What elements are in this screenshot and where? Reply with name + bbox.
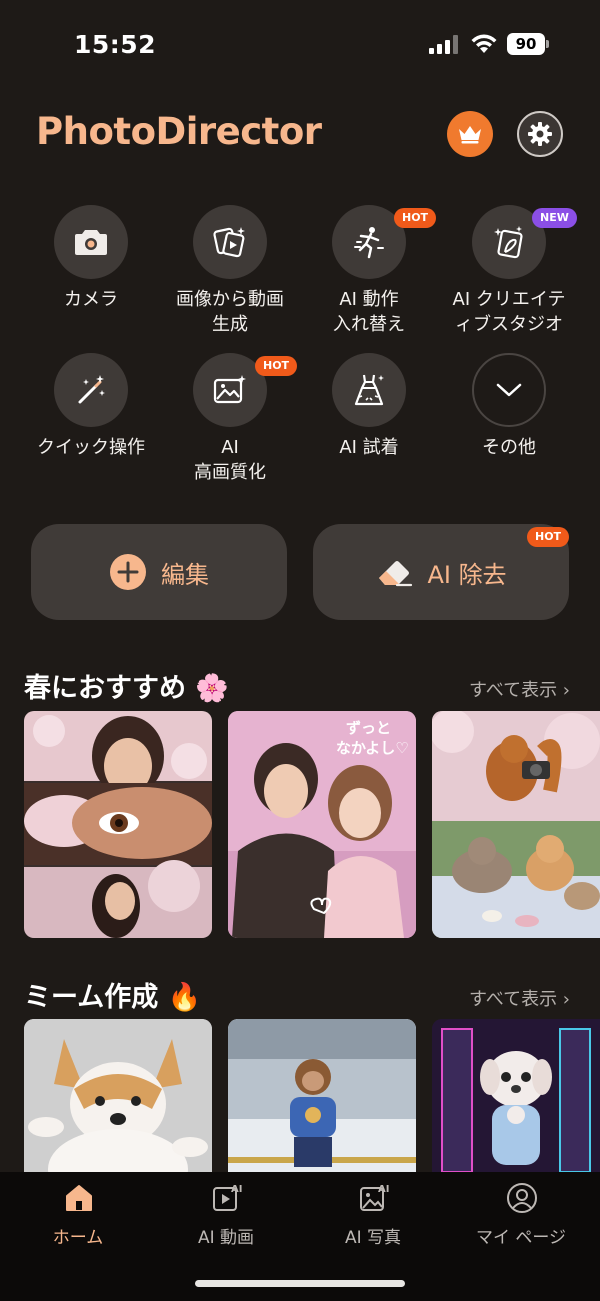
nav-ai-photo-label: AI 写真 xyxy=(344,1228,402,1248)
nav-ai-video[interactable]: AI AI 動画 xyxy=(151,1172,301,1262)
tool-image-to-video-button[interactable] xyxy=(193,205,267,279)
tool-image-to-video-label: 画像から動画 生成 xyxy=(176,289,284,335)
meme-card-2[interactable] xyxy=(228,1019,416,1172)
nav-my-page-label: マイ ページ xyxy=(475,1228,567,1248)
nav-ai-photo[interactable]: AI AI 写真 xyxy=(298,1172,448,1262)
edit-button[interactable]: 編集 xyxy=(31,524,287,620)
hot-badge: HOT xyxy=(527,527,570,547)
tool-camera-label: カメラ xyxy=(64,289,118,310)
tool-ai-tryon-label: AI 試着 xyxy=(339,437,399,458)
tool-creative-studio-label: AI クリエイテ ィブスタジオ xyxy=(452,289,566,335)
svg-text:ずっと: ずっと xyxy=(346,719,391,737)
spring-card-1[interactable] xyxy=(24,711,212,938)
tool-quick-action-button[interactable] xyxy=(54,353,128,427)
nav-home-label: ホーム xyxy=(52,1228,104,1248)
motion-swap-icon xyxy=(354,227,384,259)
crown-icon xyxy=(459,126,481,144)
ai-photo-icon: AI xyxy=(360,1184,389,1211)
svg-text:AI: AI xyxy=(378,1184,389,1195)
monkey-skating-image xyxy=(228,1019,416,1172)
eraser-icon xyxy=(379,561,413,587)
wifi-icon xyxy=(471,34,497,53)
puppy-arcade-image xyxy=(432,1019,600,1172)
section-title-spring: 春におすすめ 🌸 xyxy=(24,673,230,704)
tool-more-label: その他 xyxy=(482,437,536,458)
creative-studio-icon xyxy=(494,226,523,259)
hot-badge: HOT xyxy=(255,356,298,376)
tool-ai-enhance-label: AI 高画質化 xyxy=(194,437,266,483)
section-title-meme: ミーム作成 🔥 xyxy=(24,982,202,1013)
see-all-spring-link[interactable]: すべて表示 › xyxy=(469,676,570,702)
meme-card-3[interactable] xyxy=(432,1019,600,1172)
battery-icon: 90 xyxy=(507,33,549,55)
nav-my-page[interactable]: マイ ページ xyxy=(446,1172,596,1262)
meme-card-1[interactable] xyxy=(24,1019,212,1172)
spring-card-3[interactable] xyxy=(432,711,600,938)
nav-ai-video-label: AI 動画 xyxy=(197,1228,255,1248)
profile-icon xyxy=(507,1183,537,1213)
signal-icon xyxy=(429,34,459,54)
ai-remove-button-label: AI 除去 xyxy=(427,560,507,589)
corgi-image xyxy=(24,1019,212,1172)
gear-icon xyxy=(528,122,552,146)
couple-photo-image: ずっと なかよし♡ xyxy=(228,711,416,938)
status-bar: 15:52 90 xyxy=(0,0,600,90)
battery-level: 90 xyxy=(507,33,545,55)
tool-ai-tryon-button[interactable] xyxy=(332,353,406,427)
plus-circle-icon xyxy=(110,554,146,590)
app-title: PhotoDirector xyxy=(36,110,322,153)
chevron-down-icon xyxy=(496,383,522,397)
dress-icon xyxy=(354,374,384,406)
nav-home[interactable]: ホーム xyxy=(3,1172,153,1262)
camera-icon xyxy=(75,230,107,255)
new-badge: NEW xyxy=(532,208,577,228)
home-indicator xyxy=(195,1280,405,1287)
spring-card-2[interactable]: ずっと なかよし♡ xyxy=(228,711,416,938)
tool-motion-swap-label: AI 動作 入れ替え xyxy=(333,289,405,335)
see-all-meme-link[interactable]: すべて表示 › xyxy=(469,985,570,1011)
enhance-image-icon xyxy=(213,375,246,404)
premium-button[interactable] xyxy=(447,111,493,157)
tool-camera-button[interactable] xyxy=(54,205,128,279)
edit-button-label: 編集 xyxy=(161,560,209,589)
animals-picnic-image xyxy=(432,711,600,938)
settings-button[interactable] xyxy=(517,111,563,157)
ai-video-icon: AI xyxy=(213,1184,242,1211)
tool-more-button[interactable] xyxy=(472,353,546,427)
svg-text:なかよし♡: なかよし♡ xyxy=(336,739,409,757)
home-icon xyxy=(66,1185,92,1211)
portrait-collage-image xyxy=(24,711,212,938)
status-time: 15:52 xyxy=(74,30,157,59)
hot-badge: HOT xyxy=(394,208,437,228)
image-to-video-icon xyxy=(213,227,245,258)
magic-wand-icon xyxy=(78,375,105,404)
tool-quick-action-label: クイック操作 xyxy=(37,437,145,458)
svg-text:AI: AI xyxy=(231,1184,242,1195)
